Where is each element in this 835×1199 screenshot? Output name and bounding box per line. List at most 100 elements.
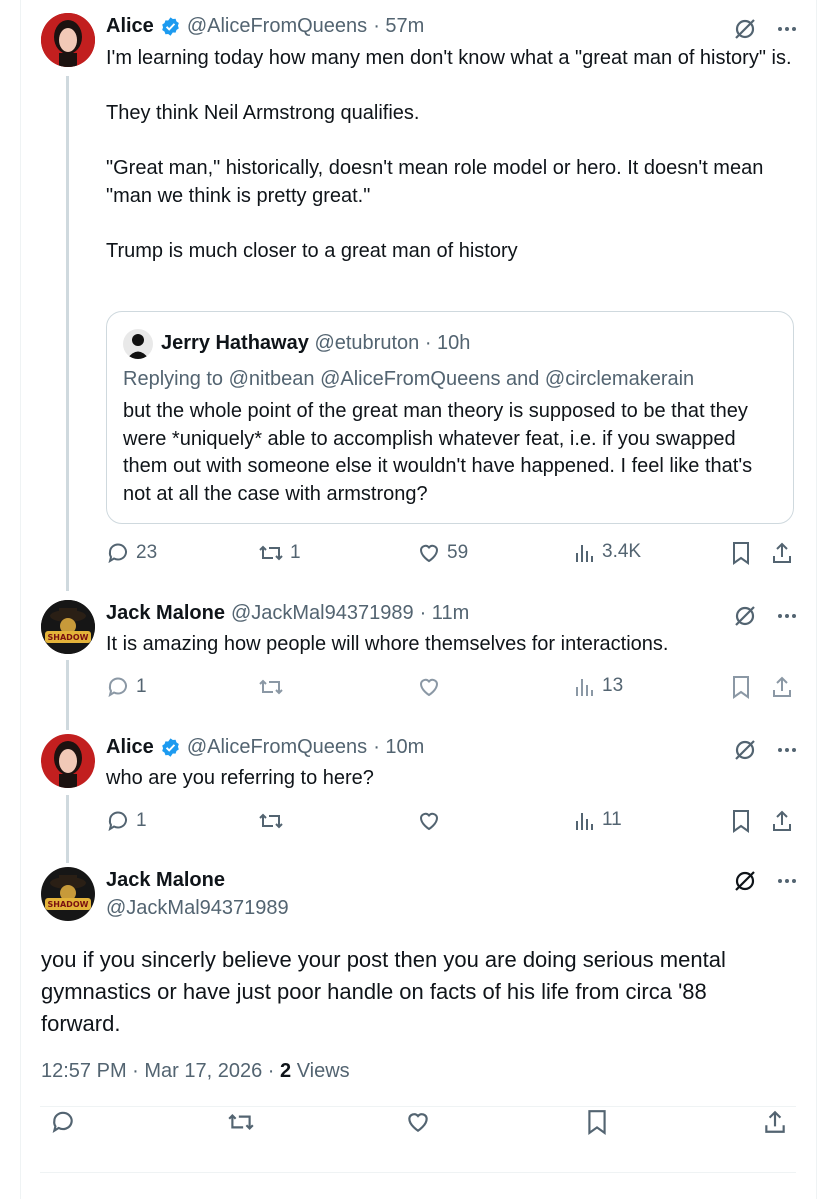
main-post-text: you if you sincerly believe your post th… [41, 947, 732, 1036]
share-icon [773, 676, 791, 697]
reply-button[interactable] [50, 1109, 76, 1135]
author-handle[interactable]: @AliceFromQueens [187, 15, 367, 38]
more-icon[interactable] [775, 869, 799, 898]
quoted-author-handle[interactable]: @etubruton [314, 332, 419, 354]
divider [40, 1106, 796, 1107]
verified-badge-icon [160, 16, 181, 37]
avatar-alice-image [41, 13, 95, 67]
thread-line [66, 795, 69, 863]
author-handle[interactable]: @JackMal94371989 [106, 897, 289, 920]
thread-line [66, 76, 69, 591]
views-button[interactable]: 11 [574, 809, 622, 831]
like-icon [408, 1113, 428, 1132]
quoted-author-name[interactable]: Jerry Hathaway [161, 332, 309, 354]
share-icon [765, 1110, 785, 1133]
quoted-post-time[interactable]: · 10h [425, 332, 471, 354]
views-number: 2 [280, 1060, 292, 1082]
like-icon [419, 812, 439, 831]
repost-icon [259, 545, 283, 561]
repost-button[interactable] [227, 1109, 255, 1135]
like-button[interactable] [417, 809, 441, 833]
author-handle[interactable]: @AliceFromQueens [187, 736, 367, 759]
views-icon [576, 545, 593, 562]
bookmark-button[interactable] [730, 675, 752, 699]
post-text: who are you referring to here? [106, 767, 374, 789]
reply-button[interactable]: 23 [106, 541, 157, 565]
repost-button[interactable] [258, 675, 284, 699]
repost-icon [228, 1114, 254, 1130]
grok-icon[interactable] [733, 17, 757, 46]
repost-button[interactable]: 1 [258, 541, 301, 565]
like-icon [419, 678, 439, 697]
divider [40, 1172, 796, 1173]
timestamp-text: 12:57 PM · Mar 17, 2026 · [41, 1060, 281, 1082]
grok-icon[interactable] [733, 738, 757, 767]
grok-icon[interactable] [733, 604, 757, 633]
quoted-post-text: but the whole point of the great man the… [123, 400, 758, 505]
reply-icon [52, 1111, 73, 1134]
like-icon [419, 544, 439, 563]
reply-count: 23 [136, 542, 158, 563]
author-handle[interactable]: @JackMal94371989 [231, 602, 414, 625]
views-icon [576, 679, 593, 696]
post-text: It is amazing how people will whore them… [106, 633, 669, 655]
avatar[interactable] [41, 13, 95, 67]
share-icon [773, 542, 791, 563]
reply-button[interactable]: 1 [106, 675, 147, 699]
like-button[interactable] [417, 675, 441, 699]
quoted-post[interactable]: Jerry Hathaway @etubruton · 10h Replying… [106, 311, 794, 524]
share-button[interactable] [762, 1109, 788, 1135]
views-button[interactable]: 13 [574, 675, 623, 697]
views-count: 3.4K [602, 541, 642, 562]
more-icon[interactable] [775, 738, 799, 767]
author-name[interactable]: Jack Malone [106, 602, 225, 625]
bookmark-button[interactable] [730, 809, 752, 833]
more-icon[interactable] [775, 17, 799, 46]
reply-context[interactable]: Replying to @nitbean @AliceFromQueens an… [123, 368, 694, 391]
reply-count: 1 [136, 676, 147, 697]
author-name[interactable]: Alice [106, 736, 154, 759]
avatar[interactable] [41, 734, 95, 788]
share-button[interactable] [770, 809, 794, 833]
repost-icon [259, 813, 283, 829]
reply-icon [108, 677, 127, 698]
reply-icon [108, 543, 127, 564]
avatar[interactable]: SHADOW [41, 867, 95, 921]
share-button[interactable] [770, 675, 794, 699]
author-name[interactable]: Alice [106, 15, 154, 38]
share-icon [773, 810, 791, 831]
post-time[interactable]: · 10m [373, 736, 424, 759]
avatar-shadow-image: SHADOW [41, 600, 95, 654]
repost-count: 1 [290, 542, 301, 563]
post-time[interactable]: · 57m [373, 15, 424, 38]
avatar[interactable]: SHADOW [41, 600, 95, 654]
repost-icon [259, 679, 283, 695]
grok-icon[interactable] [733, 869, 757, 898]
svg-text:SHADOW: SHADOW [48, 633, 89, 642]
more-icon[interactable] [775, 604, 799, 633]
bookmark-button[interactable] [585, 1109, 609, 1135]
bookmark-icon [733, 810, 749, 833]
like-button[interactable]: 59 [417, 541, 468, 565]
post-text: I'm learning today how many men don't kn… [106, 47, 792, 263]
post-time[interactable]: · 11m [420, 602, 470, 625]
views-icon [576, 813, 593, 830]
author-name[interactable]: Jack Malone [106, 869, 225, 892]
bookmark-button[interactable] [730, 541, 752, 565]
views-count: 13 [602, 675, 624, 696]
avatar[interactable] [123, 329, 153, 359]
thread-line [66, 660, 69, 730]
share-button[interactable] [770, 541, 794, 565]
reply-button[interactable]: 1 [106, 809, 147, 833]
repost-button[interactable] [258, 809, 284, 833]
views-label: Views [291, 1060, 350, 1082]
avatar-alice-image [41, 734, 95, 788]
like-button[interactable] [405, 1109, 431, 1135]
reply-icon [108, 811, 127, 832]
bookmark-icon [588, 1110, 606, 1135]
bookmark-icon [733, 542, 749, 565]
views-button[interactable]: 3.4K [574, 541, 641, 563]
svg-text:SHADOW: SHADOW [48, 900, 89, 909]
post-timestamp[interactable]: 12:57 PM · Mar 17, 2026 · 2 Views [41, 1060, 350, 1083]
views-count: 11 [602, 809, 622, 830]
